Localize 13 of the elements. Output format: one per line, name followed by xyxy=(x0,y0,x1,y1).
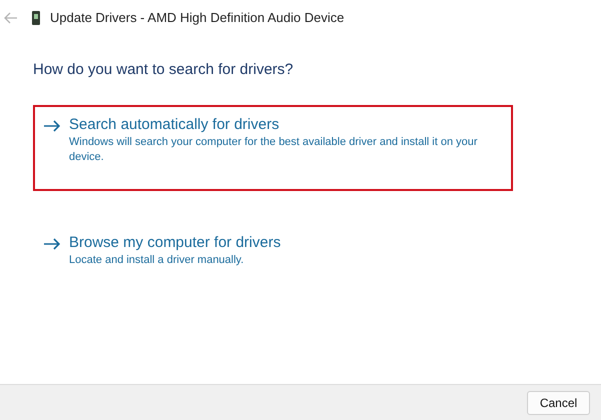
page-heading: How do you want to search for drivers? xyxy=(33,60,294,80)
option-title: Search automatically for drivers xyxy=(69,114,280,134)
option-description: Locate and install a driver manually. xyxy=(69,252,245,268)
device-icon xyxy=(32,11,40,25)
back-arrow-icon[interactable] xyxy=(4,12,18,24)
option-title: Browse my computer for drivers xyxy=(69,232,281,252)
arrow-icon xyxy=(43,120,61,132)
cancel-button[interactable]: Cancel xyxy=(527,390,590,414)
arrow-icon xyxy=(43,238,61,250)
driver-option[interactable]: Browse my computer for drivers Locate and install a driver manually. xyxy=(33,222,513,278)
driver-option[interactable]: Search automatically for drivers Windows will search your computer for the best available driver and install it on your device. xyxy=(33,104,513,190)
window-title: Update Drivers - AMD High Definition Audio Device xyxy=(50,9,344,28)
option-description: Windows will search your computer for the best available driver and install it on your device. xyxy=(69,134,478,164)
